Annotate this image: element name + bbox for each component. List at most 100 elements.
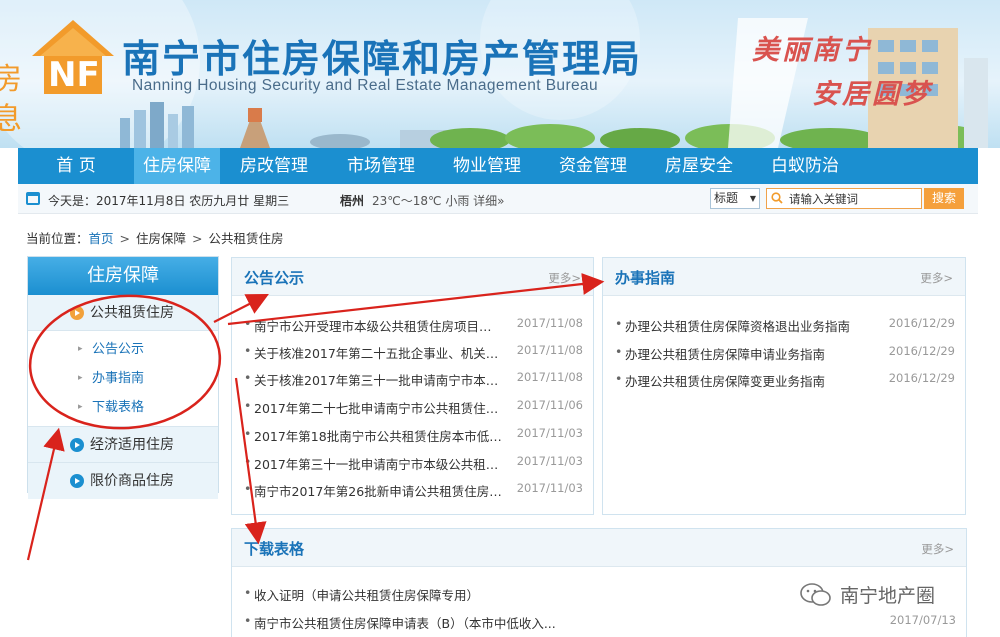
panel-title: 下载表格 [244,540,305,558]
list-item-date: 2016/12/29 [888,316,955,330]
bullet-dot: • [244,613,252,628]
list-item-date: 2017/07/13 [889,613,956,627]
breadcrumb-separator: > [192,231,203,246]
list-item[interactable]: • 办理公共租赁住房保障资格退出业务指南 2016/12/29 [603,310,965,336]
list-item-date: 2017/11/08 [516,370,583,384]
list-item-date: 2016/12/29 [888,344,955,358]
info-bar: 今天是：2017年11月8日 农历九月廿 星期三 梧州 23℃～18℃ 小雨 详细… [18,184,978,214]
weather-info: 梧州 23℃～18℃ 小雨 详细» [340,192,504,209]
left-deco-char-2: 息 [0,102,22,137]
calendar-icon [26,192,40,205]
nav-item-property[interactable]: 物业管理 [434,148,540,184]
sidebar-item-affordable-housing[interactable]: 经济适用住房 [28,427,218,463]
site-subtitle: Nanning Housing Security and Real Estate… [132,77,599,94]
sidebar-item-public-rental[interactable]: 公共租赁住房 [28,295,218,331]
list-item-title: 办理公共租赁住房保障资格退出业务指南 [625,319,851,334]
search-category-select[interactable]: 标题 ▼ [710,188,760,209]
bullet-dot: • [244,585,252,600]
slogan-line-1: 美丽南宁 [752,35,872,66]
sidebar-subitem-download[interactable]: 下载表格 [28,393,218,422]
sidebar-subitem-notice[interactable]: 公告公示 [28,335,218,364]
sidebar-item-label: 经济适用住房 [90,437,174,453]
sidebar-item-label: 限价商品住房 [90,473,174,489]
panel-header: 下载表格 更多> [232,529,966,567]
list-item[interactable]: • 南宁市公共租赁住房保障申请表（B）（本市中低收入... 2017/07/13 [232,607,966,633]
list-item-date: 2017/11/03 [516,454,583,468]
breadcrumb-separator: > [119,231,131,246]
bullet-dot: • [244,370,252,385]
sidebar-item-label: 公共租赁住房 [90,305,174,321]
nav-item-building-safety[interactable]: 房屋安全 [646,148,752,184]
sidebar: 住房保障 公共租赁住房 公告公示 办事指南 下载表格 经济适用住房 限价商品住房 [27,256,219,499]
list-item[interactable]: • 2017年第18批南宁市公共租赁住房本市低… 2017/11/03 [232,420,593,446]
weather-detail-link[interactable]: 23℃～18℃ 小雨 详细» [372,194,504,208]
breadcrumb-current: 公共租赁住房 [208,231,284,246]
list-item[interactable]: • 关于核准2017年第二十五批企事业、机关… 2017/11/08 [232,337,593,363]
nav-item-housing-reform[interactable]: 房改管理 [220,148,328,184]
breadcrumb-housing-security[interactable]: 住房保障 [136,231,186,246]
search-input[interactable] [789,190,919,207]
list-item[interactable]: • 2017年第二十七批申请南宁市公共租赁住… 2017/11/06 [232,392,593,418]
nav-item-housing-security[interactable]: 住房保障 [134,148,220,184]
list-item[interactable]: • 2017年第三十一批申请南宁市本级公共租… 2017/11/03 [232,448,593,474]
panel-title: 办事指南 [615,269,676,287]
arrow-bullet-icon [70,474,84,488]
panel-header: 公告公示 更多> [232,258,593,296]
arrow-bullet-icon [70,438,84,452]
notice-panel: 公告公示 更多> • 南宁市公开受理市本级公共租赁住房项目… 2017/11/08 … [231,257,594,515]
main-nav: 首 页 住房保障 房改管理 市场管理 物业管理 资金管理 房屋安全 白蚁防治 [18,148,978,184]
bullet-dot: • [244,454,252,469]
watermark-text: 南宁地产圈 [840,585,936,607]
list-item-title: 2017年第18批南宁市公共租赁住房本市低… [254,429,502,444]
chevron-down-icon: ▼ [749,194,756,203]
search-button[interactable]: 搜索 [924,188,964,209]
bullet-dot: • [244,426,252,441]
breadcrumb-home[interactable]: 首页 [89,231,114,246]
sidebar-submenu: 公告公示 办事指南 下载表格 [28,331,218,427]
bullet-dot: • [615,316,623,331]
list-item-date: 2017/11/03 [516,426,583,440]
weather-city: 梧州 [340,194,365,208]
bullet-dot: • [244,316,252,331]
list-item[interactable]: • 关于核准2017年第三十一批申请南宁市本… 2017/11/08 [232,364,593,390]
list-item-title: 2017年第三十一批申请南宁市本级公共租… [254,457,499,472]
list-item-date: 2016/12/29 [888,371,955,385]
list-item-date: 2017/11/03 [516,481,583,495]
search-category-value: 标题 [714,191,739,205]
list-item-title: 南宁市2017年第26批新申请公共租赁住房… [254,484,502,499]
panel-title: 公告公示 [244,269,305,287]
list-item-title: 办理公共租赁住房保障变更业务指南 [625,374,826,389]
list-item-title: 收入证明（申请公共租赁住房保障专用） [254,588,480,603]
list-item[interactable]: • 南宁市公开受理市本级公共租赁住房项目… 2017/11/08 [232,310,593,336]
left-deco-char-1: 房 [0,62,22,97]
bullet-dot: • [244,343,252,358]
arrow-bullet-icon [70,306,84,320]
bullet-dot: • [244,481,252,496]
more-link[interactable]: 更多> [548,270,581,286]
more-link[interactable]: 更多> [920,270,953,286]
slogan-line-2: 安居圆梦 [812,79,932,110]
site-banner: 房 息 NF 南宁市住房保障和房产管理局 Nanning Housing Sec… [0,0,1000,148]
list-item[interactable]: • 办理公共租赁住房保障申请业务指南 2016/12/29 [603,338,965,364]
nav-item-funds[interactable]: 资金管理 [540,148,646,184]
watermark: 南宁地产圈 [800,580,980,610]
more-link[interactable]: 更多> [921,541,954,557]
sidebar-item-price-limited-housing[interactable]: 限价商品住房 [28,463,218,499]
list-item[interactable]: • 南宁市2017年第26批新申请公共租赁住房… 2017/11/03 [232,475,593,501]
nav-item-termite-control[interactable]: 白蚁防治 [752,148,858,184]
list-item-date: 2017/11/06 [516,398,583,412]
list-item-title: 办理公共租赁住房保障申请业务指南 [625,347,826,362]
list-item-title: 南宁市公开受理市本级公共租赁住房项目… [254,319,492,334]
breadcrumb-prefix: 当前位置： [26,231,89,246]
house-nf-logo-icon: NF [30,18,116,96]
list-item-title: 2017年第二十七批申请南宁市公共租赁住… [254,401,499,416]
date-text: 今天是：2017年11月8日 农历九月廿 星期三 [48,194,290,208]
nav-item-home[interactable]: 首 页 [18,148,134,184]
nav-item-market[interactable]: 市场管理 [328,148,434,184]
list-item[interactable]: • 办理公共租赁住房保障变更业务指南 2016/12/29 [603,365,965,391]
svg-text:NF: NF [48,55,100,95]
sidebar-subitem-guide[interactable]: 办事指南 [28,364,218,393]
left-decorative-text: 房 息 [0,60,32,148]
list-item-date: 2017/11/08 [516,343,583,357]
bullet-dot: • [244,398,252,413]
